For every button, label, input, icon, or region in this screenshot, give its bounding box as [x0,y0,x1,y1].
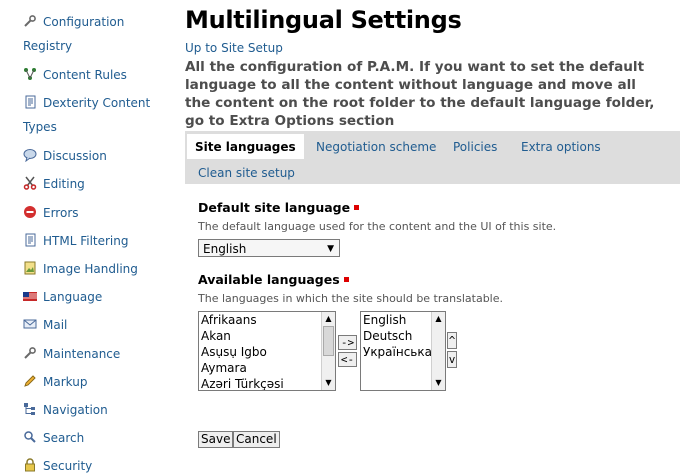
sidebar-item-language[interactable]: Language [23,289,102,304]
list-item[interactable]: Akan [199,328,335,344]
error-icon [23,205,37,219]
default-language-label: Default site language [198,200,360,215]
tab-extra-options[interactable]: Extra options [521,140,601,154]
list-item[interactable]: Azəri Türkçəsi [199,376,335,390]
wrench-icon [23,14,37,28]
sidebar-item-mail[interactable]: Mail [23,317,67,332]
up-to-site-setup-link[interactable]: Up to Site Setup [185,41,283,55]
speech-bubble-icon [23,148,37,163]
required-marker [354,205,360,210]
wrench-icon [23,346,37,360]
remove-language-button[interactable]: <- [338,352,357,367]
list-item[interactable]: Aymara [199,360,335,376]
sidebar-item-errors[interactable]: Errors [23,205,79,220]
navigation-icon [23,402,37,416]
save-button[interactable]: Save [198,431,234,448]
content-rules-icon [23,67,37,81]
add-language-button[interactable]: -> [338,335,357,350]
sidebar-item-maintenance[interactable]: Maintenance [23,346,120,361]
tab-site-languages[interactable]: Site languages [187,134,304,159]
pencil-icon [23,374,37,388]
sidebar-item-label: Configuration [43,15,125,29]
sidebar-item-navigation[interactable]: Navigation [23,402,108,417]
sidebar-item-label: Language [43,290,103,304]
move-up-button[interactable]: ^ [447,332,457,349]
move-down-button[interactable]: v [447,351,457,368]
scroll-up-icon[interactable]: ▲ [432,313,445,325]
chevron-down-icon: ▼ [327,244,334,254]
available-languages-label: Available languages [198,272,349,287]
sidebar-item-label-continuation[interactable]: Registry [23,39,72,53]
sidebar-item-label: Dexterity Content [43,96,151,110]
sidebar-item-label: Image Handling [43,262,138,276]
sidebar-item-label: Editing [43,177,85,191]
sidebar-item-discussion[interactable]: Discussion [23,148,107,163]
sidebar-item-label: Errors [43,206,79,220]
available-languages-to-list[interactable]: English Deutsch Українська ▲ ▼ [360,311,446,391]
available-languages-help: The languages in which the site should b… [198,292,503,305]
sidebar-item-content-rules[interactable]: Content Rules [23,67,127,82]
sidebar-item-search[interactable]: Search [23,430,84,445]
sidebar-item-label: Navigation [43,403,108,417]
default-language-help: The default language used for the conten… [198,220,557,233]
scroll-down-icon[interactable]: ▼ [432,377,445,389]
scissors-icon [23,176,37,190]
tab-policies[interactable]: Policies [453,140,497,154]
mail-icon [23,317,37,331]
default-language-value: English [203,242,247,256]
default-language-select[interactable]: English ▼ [198,239,340,257]
sidebar-item-label: Maintenance [43,347,121,361]
list-item[interactable]: Afrikaans [199,312,335,328]
scroll-up-icon[interactable]: ▲ [322,313,335,325]
sidebar-item-image-handling[interactable]: Image Handling [23,261,138,276]
image-icon [23,261,37,275]
sidebar-item-label: HTML Filtering [43,234,129,248]
control-panel-sidebar: Configuration Registry Content Rules Dex… [0,0,175,473]
sidebar-item-label-continuation[interactable]: Types [23,120,57,134]
available-languages-from-list[interactable]: Afrikaans Akan Asụsụ Igbo Aymara Azəri T… [198,311,336,391]
settings-tabs: Site languages Negotiation scheme Polici… [185,131,680,184]
sidebar-item-dexterity-content-types[interactable]: Dexterity Content [23,95,150,110]
sidebar-item-configuration-registry[interactable]: Configuration [23,14,124,29]
scroll-down-icon[interactable]: ▼ [322,377,335,389]
default-language-label-text: Default site language [198,200,351,215]
page-description: All the configuration of P.A.M. If you w… [185,59,655,129]
sidebar-item-label: Mail [43,318,68,332]
lock-icon [23,458,37,472]
from-list-scrollbar[interactable]: ▲ ▼ [321,312,335,390]
tab-negotiation-scheme[interactable]: Negotiation scheme [316,140,436,154]
sidebar-item-label: Markup [43,375,88,389]
search-icon [23,430,37,444]
to-list-scrollbar[interactable]: ▲ ▼ [431,312,445,390]
required-marker [343,277,349,282]
list-item[interactable]: Asụsụ Igbo [199,344,335,360]
document-icon [23,95,37,109]
tab-clean-site-setup[interactable]: Clean site setup [198,166,295,180]
sidebar-item-label: Discussion [43,149,107,163]
cancel-button[interactable]: Cancel [233,431,280,448]
sidebar-item-html-filtering[interactable]: HTML Filtering [23,233,128,248]
page-title: Multilingual Settings [185,6,462,34]
sidebar-item-label: Security [43,459,93,473]
sidebar-item-label: Search [43,431,85,445]
sidebar-item-security[interactable]: Security [23,458,92,473]
sidebar-item-editing[interactable]: Editing [23,176,85,191]
flag-icon [23,289,37,303]
available-languages-label-text: Available languages [198,272,340,287]
scrollbar-thumb[interactable] [323,326,334,356]
document-icon [23,233,37,247]
sidebar-item-markup[interactable]: Markup [23,374,87,389]
sidebar-item-label: Content Rules [43,68,127,82]
